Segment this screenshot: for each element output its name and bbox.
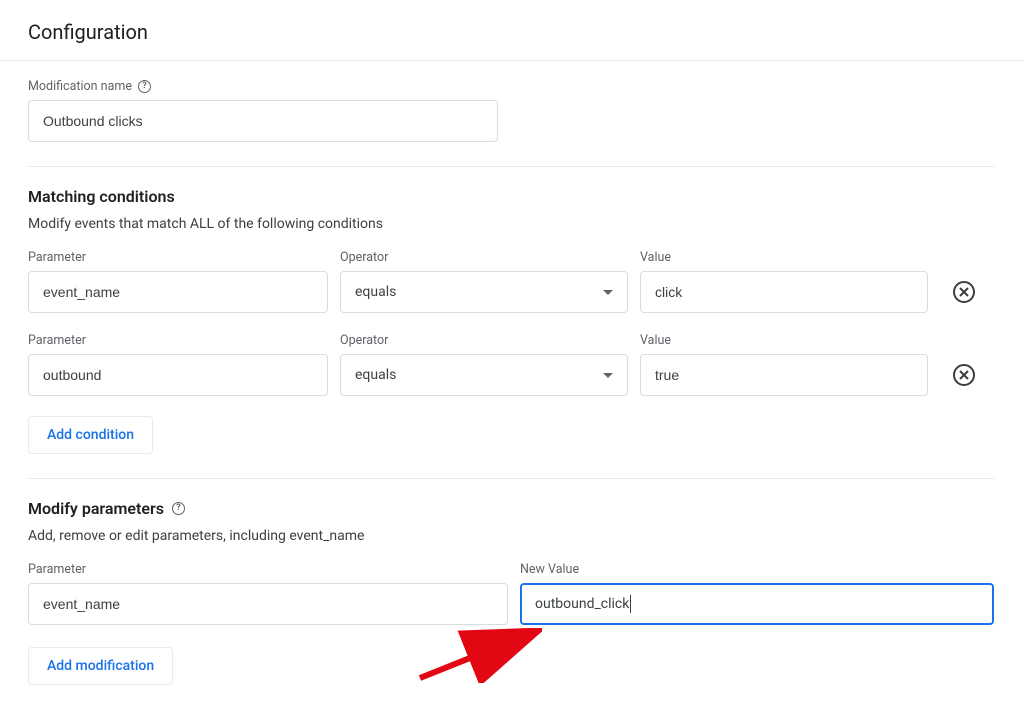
modify-parameters-title-text: Modify parameters (28, 499, 164, 518)
condition-parameter-input[interactable] (28, 271, 328, 313)
divider (28, 166, 994, 167)
condition-row: Parameter Operator equals Value (28, 250, 994, 313)
text-caret-icon (630, 595, 631, 613)
chevron-down-icon (603, 373, 613, 378)
condition-parameter-input[interactable] (28, 354, 328, 396)
parameter-label: Parameter (28, 562, 508, 577)
condition-value-input[interactable] (640, 271, 928, 313)
modification-new-value-input[interactable]: outbound_click (520, 583, 994, 625)
close-icon (959, 370, 969, 380)
add-modification-button[interactable]: Add modification (28, 647, 173, 685)
page-title: Configuration (0, 0, 1024, 61)
modification-name-label: Modification name ? (28, 79, 498, 94)
add-condition-button[interactable]: Add condition (28, 416, 153, 454)
help-icon[interactable]: ? (138, 80, 151, 93)
matching-conditions-title: Matching conditions (28, 187, 996, 206)
remove-condition-button[interactable] (953, 364, 975, 386)
condition-value-input[interactable] (640, 354, 928, 396)
parameter-label: Parameter (28, 333, 328, 348)
condition-row: Parameter Operator equals Value (28, 333, 994, 396)
new-value-label: New Value (520, 562, 994, 577)
help-icon[interactable]: ? (172, 502, 185, 515)
modify-parameters-subtitle: Add, remove or edit parameters, includin… (28, 528, 996, 544)
value-label: Value (640, 250, 928, 265)
matching-conditions-subtitle: Modify events that match ALL of the foll… (28, 216, 996, 232)
parameter-label: Parameter (28, 250, 328, 265)
modification-row: Parameter New Value outbound_click (28, 562, 994, 625)
operator-value: equals (355, 284, 396, 300)
chevron-down-icon (603, 290, 613, 295)
modification-name-label-text: Modification name (28, 79, 132, 94)
operator-label: Operator (340, 333, 628, 348)
condition-operator-select[interactable]: equals (340, 271, 628, 313)
modification-name-input[interactable] (28, 100, 498, 142)
operator-label: Operator (340, 250, 628, 265)
new-value-text: outbound_click (535, 596, 629, 612)
remove-condition-button[interactable] (953, 281, 975, 303)
operator-value: equals (355, 367, 396, 383)
modify-parameters-title: Modify parameters ? (28, 499, 996, 518)
divider (28, 478, 994, 479)
value-label: Value (640, 333, 928, 348)
close-icon (959, 287, 969, 297)
modification-parameter-input[interactable] (28, 583, 508, 625)
condition-operator-select[interactable]: equals (340, 354, 628, 396)
